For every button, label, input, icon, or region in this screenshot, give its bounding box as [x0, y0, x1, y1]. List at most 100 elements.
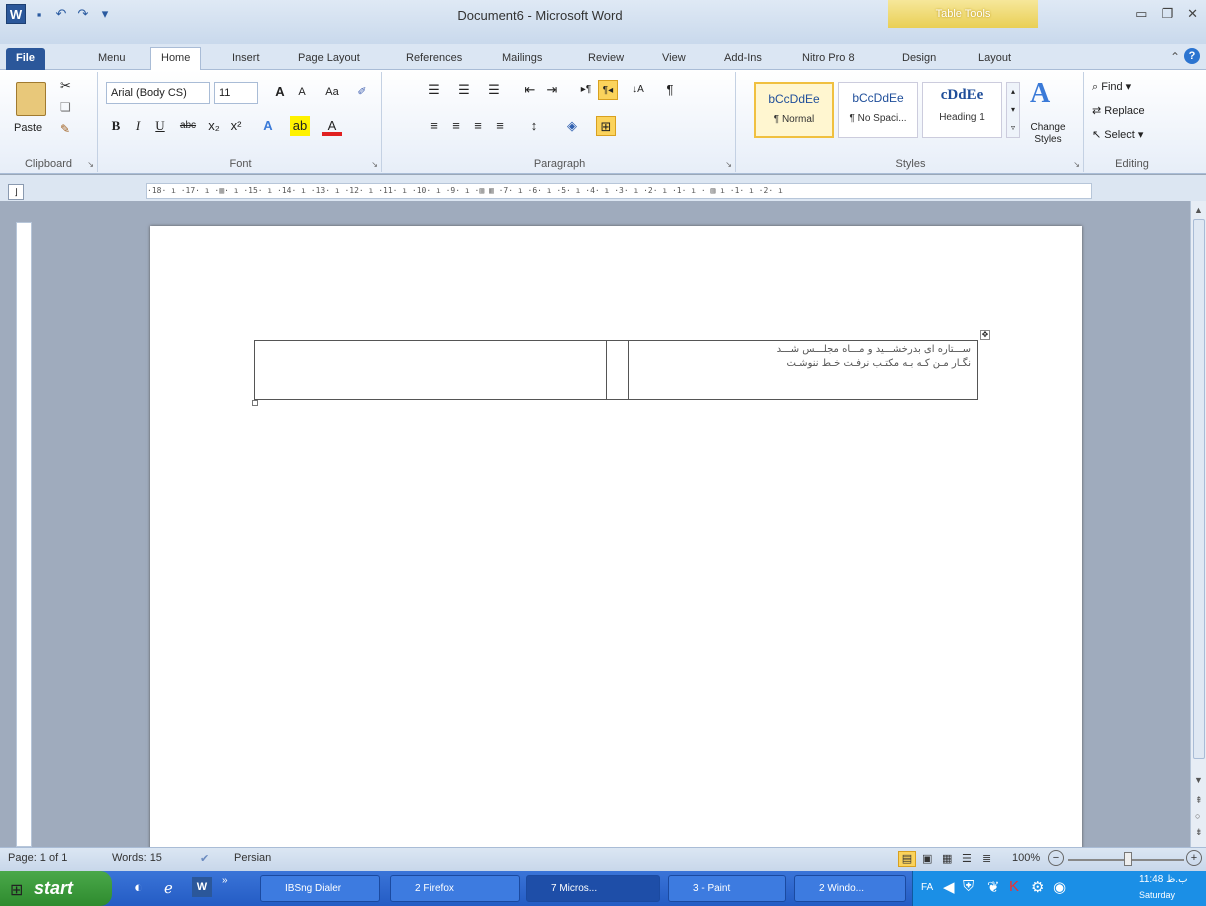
table-cell[interactable] — [606, 340, 629, 400]
styles-scroll[interactable]: ▴ ▾ ▿ — [1006, 82, 1020, 138]
proofing-icon[interactable]: ✔ — [200, 852, 209, 865]
task-paint[interactable]: 3 - Paint — [668, 875, 786, 902]
replace-button[interactable]: ⇄ Replace — [1092, 104, 1145, 117]
text-effects-icon[interactable]: A — [258, 116, 278, 136]
task-firefox[interactable]: 2 Firefox — [390, 875, 520, 902]
font-color-icon[interactable]: A — [322, 116, 342, 136]
task-word[interactable]: 7 Micros... — [526, 875, 660, 902]
tab-mailings[interactable]: Mailings — [492, 48, 552, 70]
show-marks-icon[interactable]: ¶ — [660, 80, 680, 100]
grow-font-icon[interactable]: A — [270, 82, 290, 102]
italic-icon[interactable]: I — [128, 116, 148, 136]
multilevel-list-icon[interactable]: ☰ — [484, 80, 504, 100]
minimize-ribbon-icon[interactable]: ⌃ — [1170, 50, 1180, 64]
copy-icon[interactable]: ❏ — [60, 100, 71, 114]
numbering-icon[interactable]: ☰ — [454, 80, 474, 100]
underline-icon[interactable]: U — [150, 116, 170, 136]
shading-icon[interactable]: ◈ — [562, 116, 582, 136]
horizontal-ruler[interactable]: ·18· ı ·17· ı ·▥· ı ·15· ı ·14· ı ·13· ı… — [146, 183, 1092, 199]
paste-button[interactable]: Paste — [14, 122, 42, 134]
document-table[interactable]: ســـتاره ای بدرخشـــید و مـــاه مجلـــس … — [254, 340, 978, 400]
scroll-up-icon[interactable]: ▲ — [1194, 205, 1203, 215]
word-quicklaunch-icon[interactable]: W — [192, 877, 212, 897]
select-button[interactable]: ↖ Select ▾ — [1092, 128, 1143, 141]
draft-icon[interactable]: ≣ — [982, 852, 991, 865]
table-cell[interactable] — [254, 340, 607, 400]
zoom-out-icon[interactable]: − — [1048, 850, 1064, 866]
rtl-icon[interactable]: ¶◂ — [598, 80, 618, 100]
input-language[interactable]: FA — [921, 882, 933, 893]
table-cell-persian[interactable]: ســـتاره ای بدرخشـــید و مـــاه مجلـــس … — [628, 340, 978, 400]
task-ibsng[interactable]: IBSng Dialer — [260, 875, 380, 902]
outline-icon[interactable]: ☰ — [962, 852, 972, 865]
styles-launcher-icon[interactable]: ↘ — [1073, 160, 1080, 169]
redo-icon[interactable]: ↷ — [74, 5, 92, 23]
word-count[interactable]: Words: 15 — [112, 852, 162, 864]
next-page-icon[interactable]: ⇟ — [1195, 827, 1203, 838]
borders-icon[interactable]: ⊞ — [596, 116, 616, 136]
network-icon[interactable]: ❦ — [987, 878, 1000, 896]
clipboard-launcher-icon[interactable]: ↘ — [87, 160, 94, 169]
connection-icon[interactable]: ⚙ — [1031, 878, 1044, 896]
speaker-icon[interactable]: ◉ — [1053, 878, 1066, 896]
align-center-icon[interactable]: ≡ — [446, 116, 466, 136]
ltr-icon[interactable]: ▸¶ — [576, 80, 596, 100]
table-resize-handle[interactable] — [252, 400, 258, 406]
change-styles-icon[interactable]: A — [1030, 78, 1050, 110]
bold-icon[interactable]: B — [106, 116, 126, 136]
highlight-icon[interactable]: ab — [290, 116, 310, 136]
document-page[interactable] — [150, 226, 1082, 856]
font-name-dropdown[interactable]: Arial (Body CS) — [106, 82, 210, 104]
ie-icon[interactable]: ℯ — [164, 879, 173, 897]
clock-time[interactable]: 11:48 ب.ظ — [1139, 874, 1188, 885]
tab-file[interactable]: File — [6, 48, 45, 70]
change-case-icon[interactable]: Aa — [322, 82, 342, 102]
format-painter-icon[interactable]: ✎ — [60, 122, 70, 136]
shrink-font-icon[interactable]: A — [292, 82, 312, 102]
antivirus-icon[interactable]: K — [1009, 878, 1019, 895]
customize-qat-icon[interactable]: ▾ — [96, 5, 114, 23]
language[interactable]: Persian — [234, 852, 271, 864]
browse-object-icon[interactable]: ○ — [1195, 811, 1200, 821]
tab-page-layout[interactable]: Page Layout — [288, 48, 370, 70]
vertical-ruler[interactable] — [16, 222, 32, 847]
print-layout-icon[interactable]: ▤ — [898, 851, 916, 867]
quick-launch-icon[interactable]: ◐ — [134, 879, 143, 896]
superscript-icon[interactable]: x² — [226, 116, 246, 136]
tab-layout[interactable]: Layout — [968, 48, 1021, 70]
tab-review[interactable]: Review — [578, 48, 634, 70]
vertical-scrollbar[interactable]: ▲ ▼ ⇞ ○ ⇟ — [1190, 201, 1206, 847]
strikethrough-icon[interactable]: abc — [178, 116, 198, 136]
tab-selector-icon[interactable]: ⌋ — [8, 184, 24, 200]
cut-icon[interactable]: ✂ — [60, 78, 71, 94]
align-left-icon[interactable]: ≡ — [424, 116, 444, 136]
web-layout-icon[interactable]: ▦ — [942, 852, 952, 865]
justify-icon[interactable]: ≡ — [490, 116, 510, 136]
find-button[interactable]: ⌕ Find ▾ — [1092, 80, 1131, 94]
tab-menu[interactable]: Menu — [88, 48, 136, 70]
zoom-in-icon[interactable]: + — [1186, 850, 1202, 866]
tab-nitro-pro[interactable]: Nitro Pro 8 — [792, 48, 865, 70]
decrease-indent-icon[interactable]: ⇤ — [520, 80, 540, 100]
tab-home[interactable]: Home — [150, 47, 202, 71]
style-no-spacing[interactable]: bCcDdEe ¶ No Spaci... — [838, 82, 918, 138]
help-icon[interactable]: ? — [1184, 48, 1200, 64]
shield-icon[interactable]: ⛨ — [963, 878, 974, 895]
clear-formatting-icon[interactable]: ✐ — [352, 82, 372, 102]
font-size-dropdown[interactable]: 11 — [214, 82, 258, 104]
page-count[interactable]: Page: 1 of 1 — [8, 852, 67, 864]
sort-icon[interactable]: ↓A — [628, 80, 648, 100]
restore-icon[interactable]: ❐ — [1161, 6, 1173, 22]
font-launcher-icon[interactable]: ↘ — [371, 160, 378, 169]
paragraph-launcher-icon[interactable]: ↘ — [725, 160, 732, 169]
scroll-thumb[interactable] — [1193, 219, 1205, 759]
tray-back-icon[interactable]: ◀ — [943, 878, 955, 896]
close-icon[interactable]: ✕ — [1187, 6, 1198, 22]
table-move-handle-icon[interactable]: ✥ — [980, 330, 990, 340]
increase-indent-icon[interactable]: ⇥ — [542, 80, 562, 100]
zoom-level[interactable]: 100% — [1012, 852, 1040, 864]
word-logo-icon[interactable]: W — [6, 4, 26, 24]
bullets-icon[interactable]: ☰ — [424, 80, 444, 100]
scroll-down-icon[interactable]: ▼ — [1194, 775, 1203, 785]
tab-references[interactable]: References — [396, 48, 472, 70]
